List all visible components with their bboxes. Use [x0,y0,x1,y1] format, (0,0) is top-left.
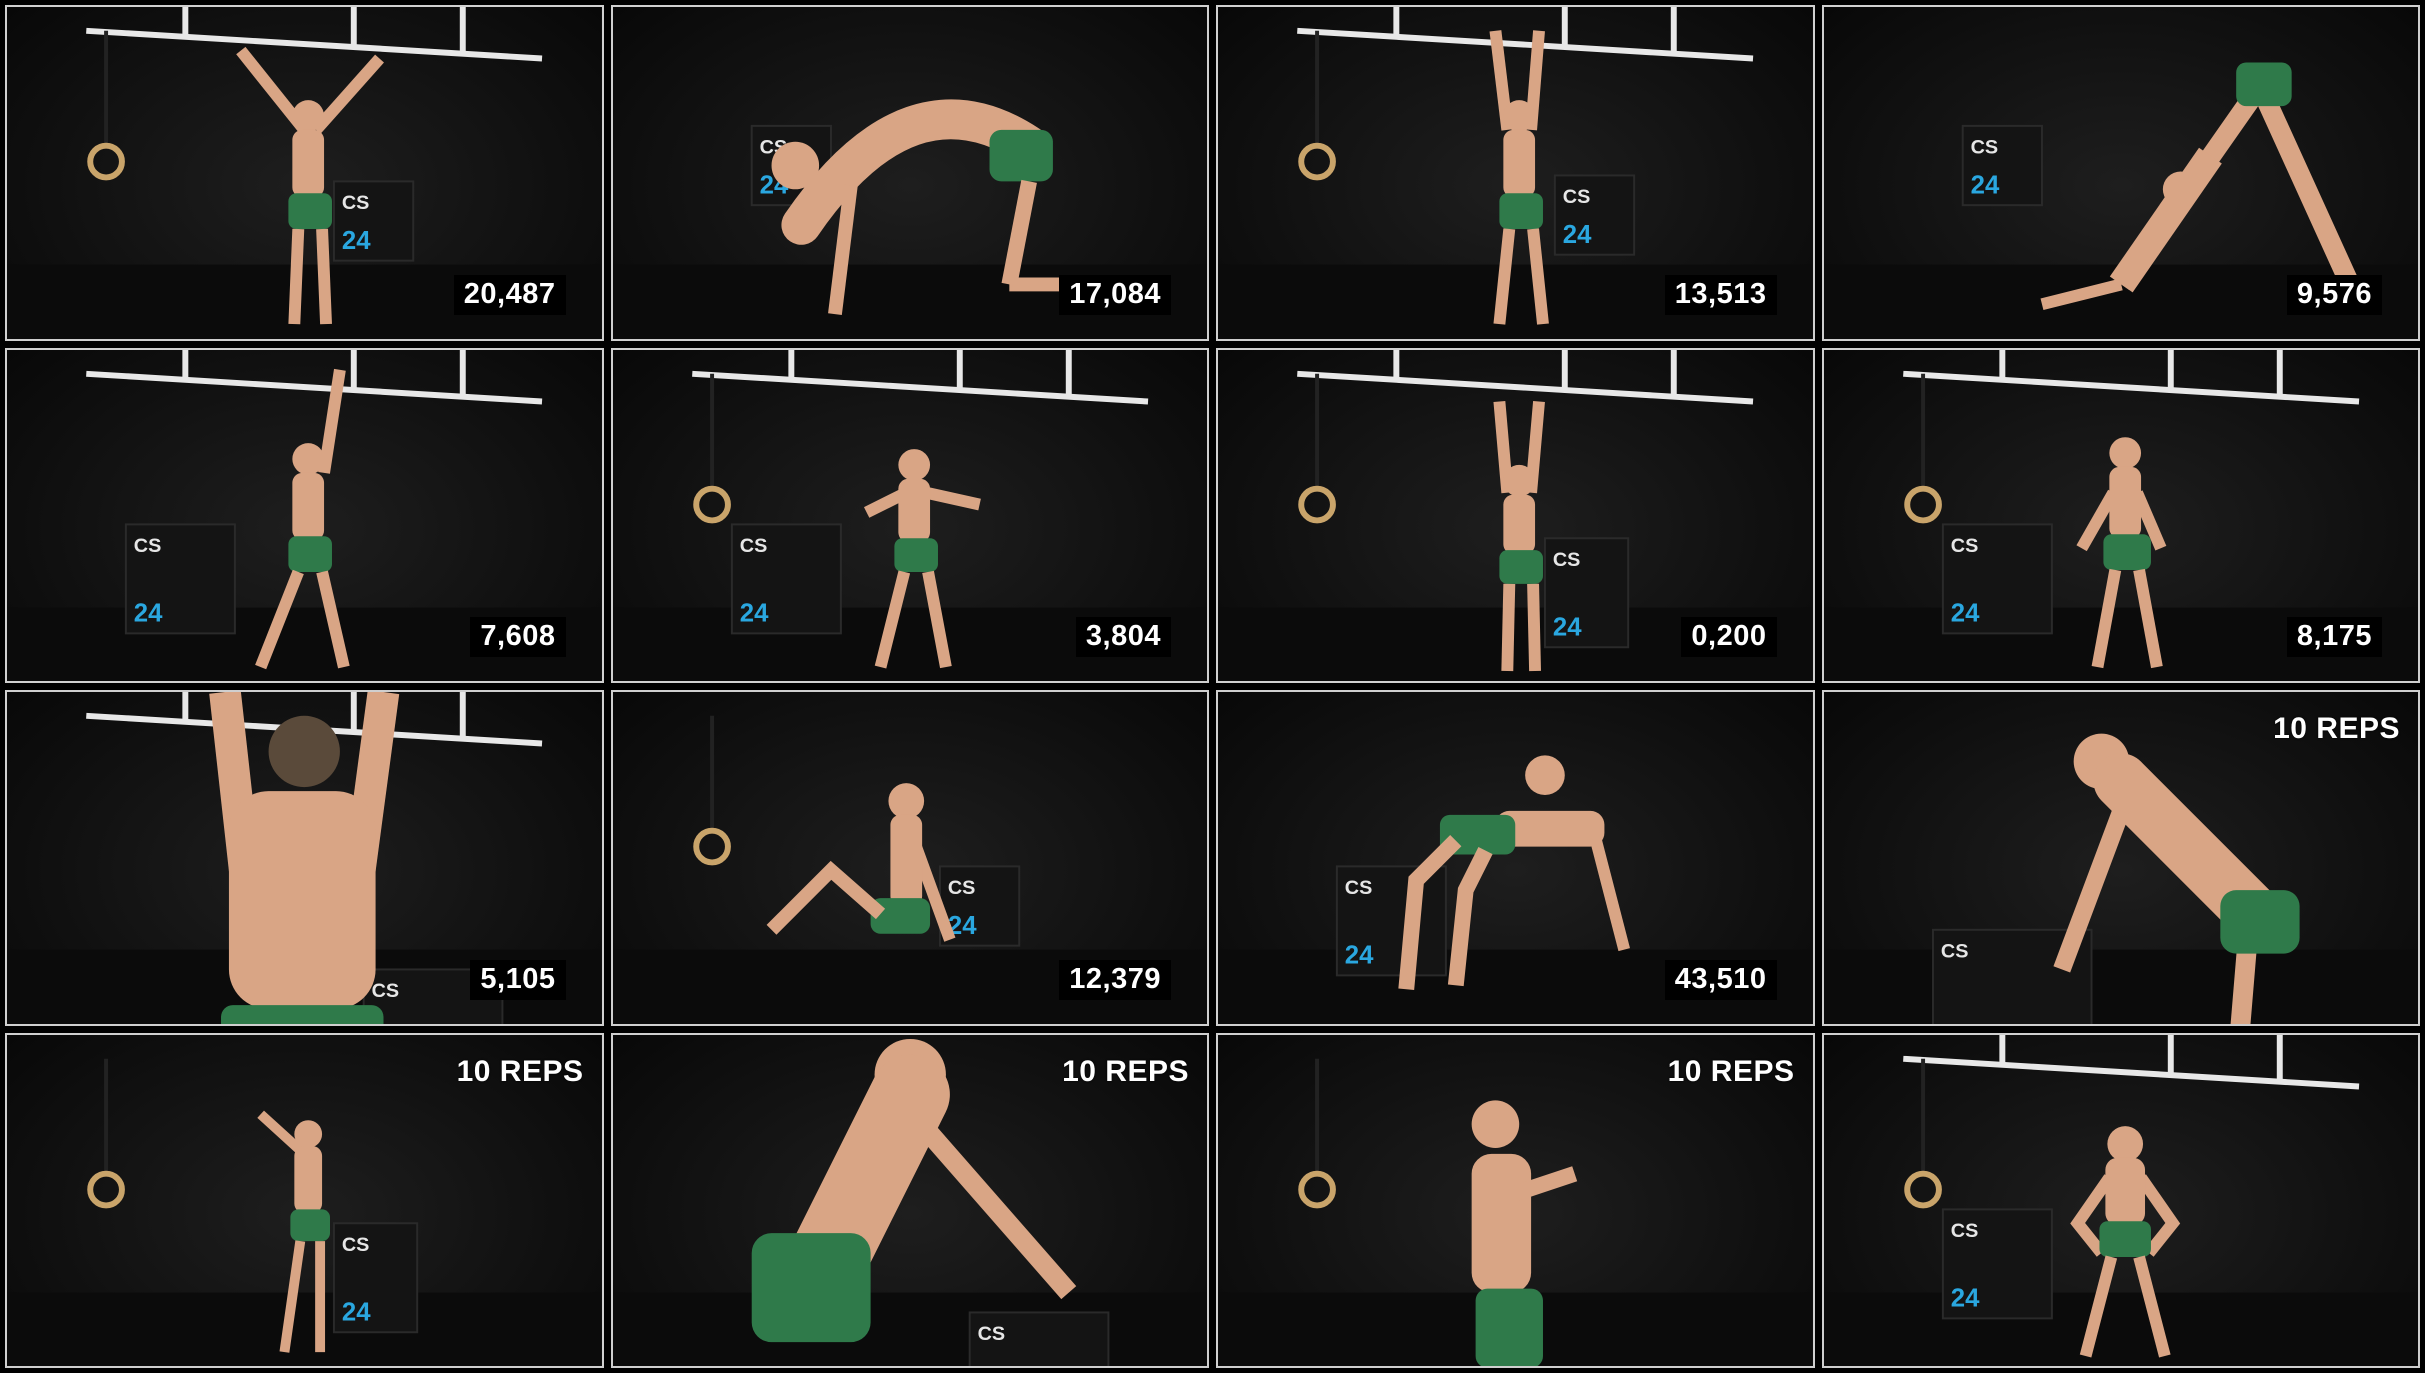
exercise-thumbnail[interactable]: CS 24 [1821,1032,2420,1368]
plyo-box: CS 24 [730,522,842,634]
exercise-thumbnail[interactable]: CS 24 0,200 [1216,347,1815,683]
view-count-badge: 5,105 [470,959,566,1000]
view-count-badge: 9,576 [2286,274,2382,315]
thumbnail-grid: CS 24 20,487 CS 24 17,084 CS 24 13,513 C… [0,0,2425,1373]
plyo-box: CS 24 [332,1221,419,1333]
plyo-box: CS 24 [1553,174,1636,256]
exercise-thumbnail[interactable]: CS 24 43,510 [1216,690,1815,1026]
exercise-thumbnail[interactable]: CS 24 17,084 [610,5,1209,341]
reps-label: 10 REPS [456,1054,584,1088]
exercise-thumbnail[interactable]: CS 24 10 REPS [5,1032,604,1368]
plyo-box: CS 24 [332,180,415,262]
plyo-box: CS 24 [124,522,236,634]
exercise-thumbnail[interactable]: CS 24 8,175 [1821,347,2420,683]
exercise-scene: CS 24 [1823,1034,2418,1367]
exercise-thumbnail[interactable]: CS 24 20,487 [5,5,604,341]
plyo-box: CS 24 [1941,522,2053,634]
reps-label: 10 REPS [1667,1054,1795,1088]
svg-text:CS: CS [1950,1220,1978,1242]
svg-text:24: 24 [342,1298,371,1326]
svg-text:24: 24 [739,599,768,627]
plyo-box: CS 24 [1961,124,2043,207]
svg-text:CS: CS [342,192,370,214]
plyo-box: CS 24 [1335,865,1447,977]
view-count-badge: 3,804 [1075,617,1171,657]
svg-text:24: 24 [1563,221,1592,249]
view-count-badge: 20,487 [453,274,566,315]
svg-text:CS: CS [1940,941,1968,963]
view-count-badge: 13,513 [1664,274,1777,315]
plyo-box: CS 24 [1941,1207,2053,1319]
svg-text:CS: CS [372,980,400,1002]
plyo-box: CS 24 [968,1310,1109,1367]
svg-text:24: 24 [342,227,371,255]
exercise-thumbnail[interactable]: CS 24 7,608 [5,347,604,683]
exercise-thumbnail[interactable]: CS 24 12,379 [610,690,1209,1026]
view-count-badge: 12,379 [1059,959,1171,1000]
svg-text:24: 24 [1970,171,1999,199]
exercise-thumbnail[interactable]: CS 24 13,513 [1216,5,1815,341]
exercise-thumbnail[interactable]: CS 24 10 REPS [1821,690,2420,1026]
svg-text:CS: CS [1563,186,1591,208]
view-count-badge: 17,084 [1059,274,1171,315]
exercise-thumbnail[interactable]: CS 24 9,576 [1821,5,2420,341]
svg-text:CS: CS [947,877,975,899]
svg-text:CS: CS [1553,548,1581,570]
reps-label: 10 REPS [2273,712,2400,745]
svg-text:24: 24 [1553,613,1582,641]
svg-text:24: 24 [1345,941,1374,969]
view-count-badge: 43,510 [1664,959,1777,1000]
view-count-badge: 0,200 [1681,617,1777,657]
exercise-thumbnail[interactable]: CS 24 5,105 [5,690,604,1026]
svg-text:24: 24 [1950,599,1979,627]
svg-text:CS: CS [739,535,767,557]
view-count-badge: 7,608 [470,617,566,657]
exercise-thumbnail[interactable]: CS 24 3,804 [610,347,1209,683]
plyo-box: CS 24 [1543,536,1630,648]
exercise-thumbnail[interactable]: CS 24 10 REPS [610,1032,1209,1368]
svg-text:CS: CS [134,535,162,557]
svg-text:24: 24 [134,599,163,627]
view-count-badge: 8,175 [2286,617,2382,657]
svg-text:CS: CS [1345,877,1373,899]
svg-text:CS: CS [977,1323,1005,1345]
svg-text:CS: CS [1950,535,1978,557]
reps-label: 10 REPS [1062,1054,1189,1088]
svg-text:CS: CS [1970,137,1998,159]
exercise-thumbnail[interactable]: 10 REPS [1216,1032,1815,1368]
svg-text:CS: CS [342,1233,370,1255]
svg-text:24: 24 [1950,1284,1979,1312]
